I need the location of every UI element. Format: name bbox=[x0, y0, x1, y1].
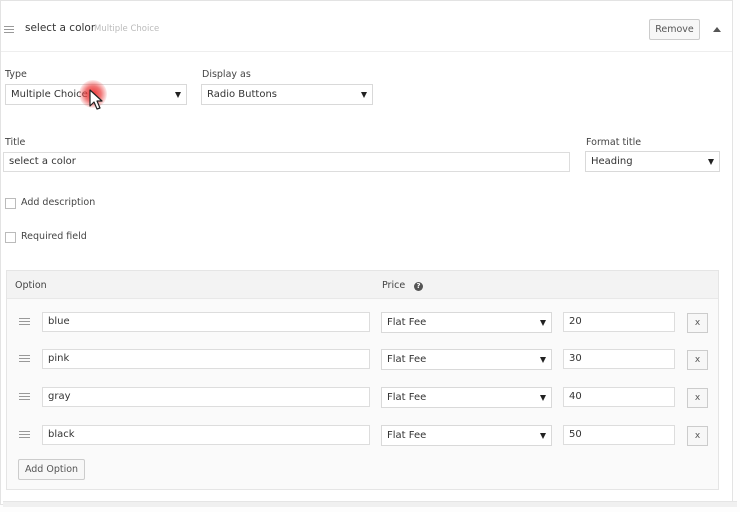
price-input[interactable]: 50 bbox=[563, 425, 675, 445]
title-label: Title bbox=[5, 137, 26, 148]
price-type-select[interactable]: Flat Fee bbox=[381, 312, 552, 333]
title-input[interactable]: select a color bbox=[3, 152, 570, 172]
price-input[interactable]: 30 bbox=[563, 349, 675, 369]
help-icon[interactable]: ? bbox=[414, 282, 423, 291]
format-title-select-value: Heading bbox=[591, 156, 633, 167]
price-type-value: Flat Fee bbox=[387, 392, 427, 403]
remove-option-button[interactable]: x bbox=[687, 313, 708, 333]
display-as-select[interactable]: Radio Buttons bbox=[201, 84, 373, 105]
option-name-input[interactable]: pink bbox=[42, 349, 370, 369]
dropdown-arrow-icon bbox=[361, 92, 367, 98]
type-select-value: Multiple Choice bbox=[11, 89, 88, 100]
dropdown-arrow-icon bbox=[540, 357, 546, 363]
panel-shadow bbox=[3, 501, 737, 507]
remove-button[interactable]: Remove bbox=[649, 19, 700, 40]
price-type-select[interactable]: Flat Fee bbox=[381, 349, 552, 370]
price-input[interactable]: 20 bbox=[563, 312, 675, 332]
required-field-label: Required field bbox=[21, 231, 87, 242]
price-input[interactable]: 40 bbox=[563, 387, 675, 407]
mouse-pointer-icon bbox=[89, 89, 103, 110]
display-as-label: Display as bbox=[202, 69, 251, 80]
format-title-select[interactable]: Heading bbox=[585, 151, 720, 172]
row-drag-handle-icon[interactable] bbox=[19, 431, 30, 440]
option-name-input[interactable]: gray bbox=[42, 387, 370, 407]
drag-handle-icon[interactable] bbox=[4, 26, 14, 35]
price-type-select[interactable]: Flat Fee bbox=[381, 425, 552, 446]
addon-type-subtitle: Multiple Choice bbox=[94, 24, 160, 34]
addon-title: select a color bbox=[25, 22, 96, 34]
row-drag-handle-icon[interactable] bbox=[19, 355, 30, 364]
type-label: Type bbox=[5, 69, 27, 80]
add-description-label: Add description bbox=[21, 197, 96, 208]
collapse-arrow-icon[interactable] bbox=[713, 27, 721, 32]
price-type-select[interactable]: Flat Fee bbox=[381, 387, 552, 408]
price-type-value: Flat Fee bbox=[387, 317, 427, 328]
price-type-value: Flat Fee bbox=[387, 430, 427, 441]
required-field-checkbox[interactable] bbox=[5, 232, 16, 243]
option-name-input[interactable]: black bbox=[42, 425, 370, 445]
add-description-checkbox[interactable] bbox=[5, 198, 16, 209]
addon-header[interactable]: select a color Multiple Choice Remove bbox=[1, 1, 732, 52]
dropdown-arrow-icon bbox=[540, 395, 546, 401]
display-as-select-value: Radio Buttons bbox=[207, 89, 277, 100]
row-drag-handle-icon[interactable] bbox=[19, 393, 30, 402]
price-type-value: Flat Fee bbox=[387, 354, 427, 365]
row-drag-handle-icon[interactable] bbox=[19, 318, 30, 327]
dropdown-arrow-icon bbox=[175, 92, 181, 98]
option-name-input[interactable]: blue bbox=[42, 312, 370, 332]
remove-option-button[interactable]: x bbox=[687, 388, 708, 408]
dropdown-arrow-icon bbox=[708, 159, 714, 165]
remove-option-button[interactable]: x bbox=[687, 350, 708, 370]
product-addon-panel: select a color Multiple Choice Remove Ty… bbox=[0, 0, 733, 505]
price-column-header: Price bbox=[382, 280, 406, 291]
option-column-header: Option bbox=[15, 280, 47, 291]
options-table-header: Option Price ? bbox=[7, 271, 718, 299]
options-table: Option Price ? bbox=[6, 270, 719, 490]
add-option-button[interactable]: Add Option bbox=[18, 459, 85, 480]
remove-option-button[interactable]: x bbox=[687, 426, 708, 446]
dropdown-arrow-icon bbox=[540, 320, 546, 326]
dropdown-arrow-icon bbox=[540, 433, 546, 439]
format-title-label: Format title bbox=[586, 137, 642, 148]
